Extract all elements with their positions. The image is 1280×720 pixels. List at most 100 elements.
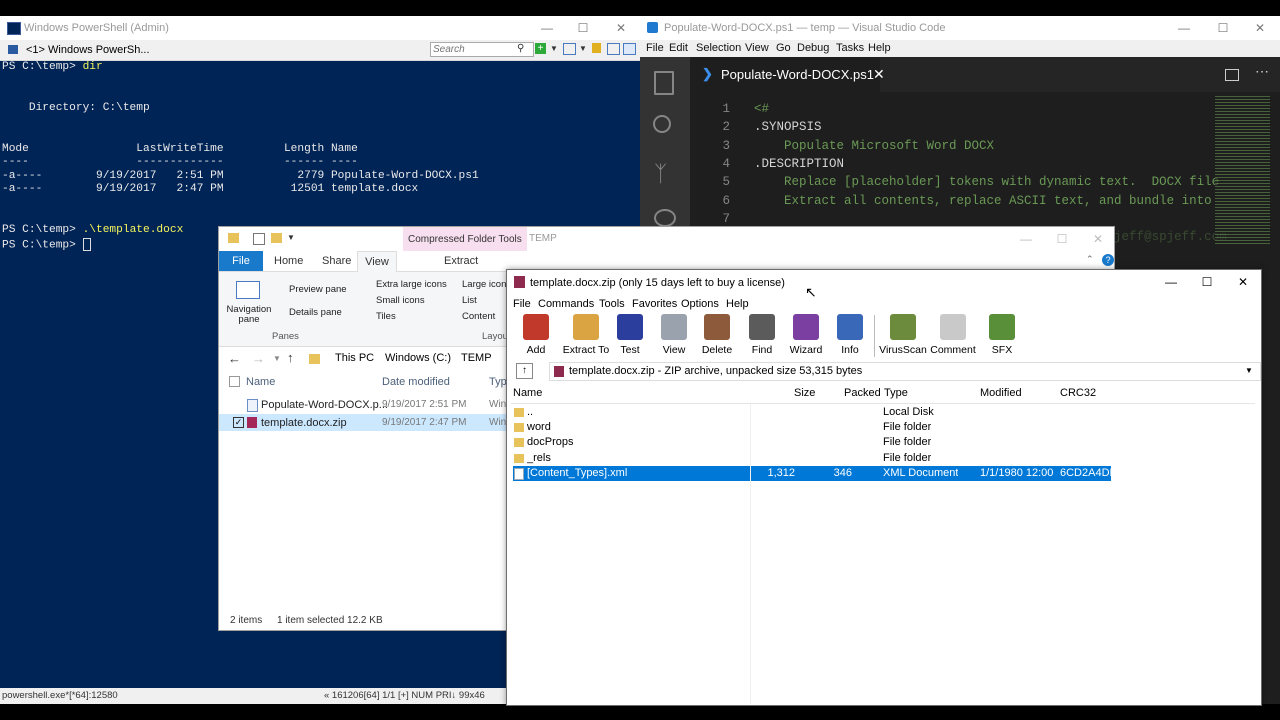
virusscan-button[interactable]: VirusScan (876, 313, 930, 361)
code-line[interactable]: 4 .DESCRIPTION (690, 155, 1270, 173)
split-editor-icon[interactable] (1225, 69, 1239, 81)
collapse-ribbon-icon[interactable]: ⌃ (1086, 254, 1094, 265)
debug-icon[interactable] (654, 209, 676, 227)
close-button[interactable]: ✕ (604, 16, 638, 40)
maximize-button[interactable]: ☐ (1190, 270, 1224, 294)
up-folder-icon[interactable]: ↑ (516, 363, 533, 379)
breadcrumb-this-pc[interactable]: This PC (335, 352, 374, 364)
chevron-down-icon[interactable]: ▼ (579, 44, 587, 53)
column-packed[interactable]: Packed (844, 387, 881, 399)
details-pane-button[interactable]: Details pane (289, 307, 342, 318)
menu-file[interactable]: File (646, 42, 664, 54)
breadcrumb-temp[interactable]: TEMP (461, 352, 492, 364)
table-row[interactable]: .. Local Disk (513, 405, 1111, 420)
menu-commands[interactable]: Commands (538, 298, 594, 310)
menu-tasks[interactable]: Tasks (836, 42, 864, 54)
navigation-pane-icon[interactable] (236, 281, 260, 299)
window-icon[interactable] (623, 43, 636, 55)
menu-options[interactable]: Options (681, 298, 719, 310)
back-icon[interactable]: ← (228, 351, 241, 366)
code-line[interactable]: 5 Replace [placeholder] tokens with dyna… (690, 173, 1270, 191)
up-icon[interactable]: ↑ (287, 350, 294, 365)
maximize-button[interactable]: ☐ (566, 16, 600, 40)
breadcrumb-windows-c[interactable]: Windows (C:) (385, 352, 451, 364)
tab-file[interactable]: File (219, 251, 263, 271)
large-icons-option[interactable]: Large icon (462, 279, 506, 290)
preview-pane-button[interactable]: Preview pane (289, 284, 347, 295)
menu-selection[interactable]: Selection (696, 42, 741, 54)
close-button[interactable]: ✕ (1226, 270, 1260, 294)
code-line[interactable]: 6 Extract all contents, replace ASCII te… (690, 192, 1270, 210)
tab-view[interactable]: View (357, 251, 397, 272)
minimize-button[interactable]: — (1009, 227, 1043, 251)
more-actions-icon[interactable]: ⋯ (1255, 63, 1269, 80)
menu-favorites[interactable]: Favorites (632, 298, 677, 310)
recent-chevron-icon[interactable]: ▼ (273, 354, 281, 363)
menu-edit[interactable]: Edit (669, 42, 688, 54)
tab-home[interactable]: Home (274, 255, 303, 267)
help-icon[interactable]: ? (1102, 254, 1114, 266)
column-modified[interactable]: Modified (980, 387, 1022, 399)
menu-tools[interactable]: Tools (599, 298, 625, 310)
winrar-titlebar[interactable]: template.docx.zip (only 15 days left to … (507, 270, 1261, 300)
menu-help[interactable]: Help (726, 298, 749, 310)
sfx-button[interactable]: SFX (975, 313, 1029, 361)
explorer-titlebar[interactable]: ▼ Compressed Folder Tools TEMP — ☐ ✕ (219, 227, 1115, 253)
maximize-button[interactable]: ☐ (1045, 227, 1079, 251)
minimize-button[interactable]: — (530, 16, 564, 40)
chevron-down-icon[interactable]: ▼ (1245, 366, 1253, 375)
console-output[interactable]: PS C:\temp> dir Directory: C:\temp Mode L… (2, 61, 638, 251)
minimize-button[interactable]: — (1154, 270, 1188, 294)
new-tab-icon[interactable]: + (535, 43, 546, 54)
code-line[interactable]: 2 .SYNOPSIS (690, 118, 1270, 136)
properties-icon[interactable] (253, 233, 265, 245)
info-button[interactable]: Info (823, 313, 877, 361)
code-line[interactable]: 3 Populate Microsoft Word DOCX (690, 137, 1270, 155)
search-icon[interactable] (653, 115, 671, 133)
close-button[interactable]: ✕ (1081, 227, 1115, 251)
tiles-option[interactable]: Tiles (376, 311, 396, 322)
ribbon-context-tab[interactable]: Compressed Folder Tools (403, 227, 527, 253)
extra-large-icons-option[interactable]: Extra large icons (376, 279, 447, 290)
source-control-icon[interactable]: ᛉ (654, 161, 667, 187)
small-icons-option[interactable]: Small icons (376, 295, 425, 306)
code-line[interactable]: 1 <# (690, 100, 1270, 118)
tab-share[interactable]: Share (322, 255, 351, 267)
console-tab[interactable]: <1> Windows PowerSh... (26, 44, 150, 56)
layout-icon[interactable] (563, 43, 576, 55)
menu-help[interactable]: Help (868, 42, 891, 54)
minimap[interactable] (1215, 94, 1270, 244)
menu-debug[interactable]: Debug (797, 42, 829, 54)
column-name[interactable]: Name (513, 387, 542, 399)
maximize-button[interactable]: ☐ (1206, 16, 1240, 40)
add-button[interactable]: Add (509, 313, 563, 361)
search-icon[interactable]: ⚲ (517, 43, 524, 54)
split-icon[interactable] (607, 43, 620, 55)
content-option[interactable]: Content (462, 311, 495, 322)
menu-view[interactable]: View (745, 42, 769, 54)
table-row[interactable]: docProps File folder (513, 435, 1111, 450)
explorer-icon[interactable] (654, 71, 674, 95)
table-row[interactable]: _rels File folder (513, 451, 1111, 466)
minimize-button[interactable]: — (1167, 16, 1201, 40)
menu-go[interactable]: Go (776, 42, 791, 54)
chevron-down-icon[interactable]: ▼ (550, 44, 558, 53)
list-item[interactable]: ✓ template.docx.zip 9/19/2017 2:47 PM Wi… (219, 414, 509, 431)
column-name[interactable]: Name (246, 376, 275, 388)
column-size[interactable]: Size (794, 387, 815, 399)
new-folder-icon[interactable] (271, 233, 282, 243)
table-row[interactable]: word File folder (513, 420, 1111, 435)
list-item[interactable]: Populate-Word-DOCX.p... 9/19/2017 2:51 P… (219, 396, 509, 413)
menu-file[interactable]: File (513, 298, 531, 310)
path-dropdown[interactable]: template.docx.zip - ZIP archive, unpacke… (549, 362, 1261, 381)
lock-icon[interactable] (592, 43, 601, 53)
item-checkbox[interactable]: ✓ (233, 417, 244, 428)
column-date-modified[interactable]: Date modified (382, 376, 450, 388)
list-option[interactable]: List (462, 295, 477, 306)
vscode-titlebar[interactable]: Populate-Word-DOCX.ps1 — temp — Visual S… (640, 16, 1280, 40)
forward-icon[interactable]: → (252, 351, 265, 366)
table-row[interactable]: [Content_Types].xml 1,312 346 XML Document 1… (513, 465, 1116, 481)
close-button[interactable]: ✕ (1243, 16, 1277, 40)
navigation-pane-button[interactable]: Navigation pane (225, 305, 273, 325)
powershell-titlebar[interactable]: Windows PowerShell (Admin) — ☐ ✕ (0, 16, 640, 40)
